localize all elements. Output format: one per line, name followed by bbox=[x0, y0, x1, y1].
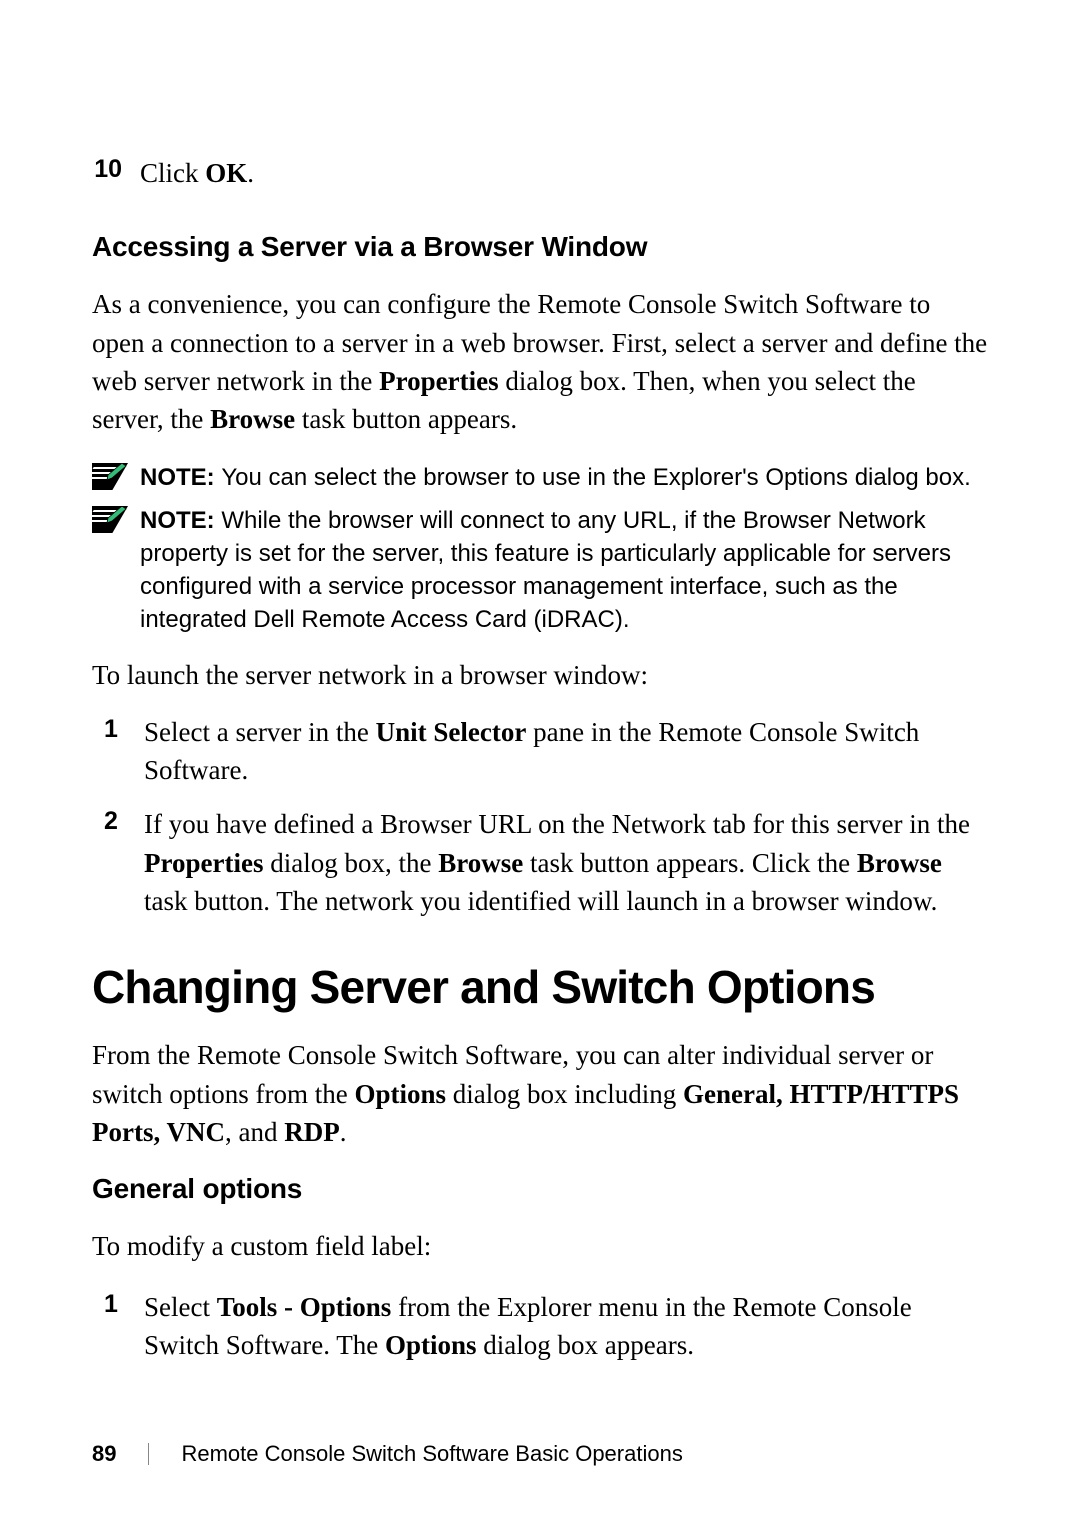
step-text: If you have defined a Browser URL on the… bbox=[144, 805, 988, 920]
bold: Browse bbox=[438, 848, 523, 878]
step-text: Select Tools - Options from the Explorer… bbox=[144, 1288, 988, 1365]
note-label: NOTE: bbox=[140, 507, 221, 534]
bold: Properties bbox=[379, 366, 498, 396]
step-number: 2 bbox=[92, 805, 144, 920]
bold: OK bbox=[205, 158, 247, 188]
text: task button appears. Click the bbox=[523, 848, 857, 878]
note-1: NOTE: You can select the browser to use … bbox=[92, 461, 988, 494]
note-label: NOTE: bbox=[140, 464, 221, 491]
bold: Properties bbox=[144, 848, 263, 878]
text: Select bbox=[144, 1292, 217, 1322]
paragraph: As a convenience, you can configure the … bbox=[92, 285, 988, 438]
bold: Options bbox=[385, 1330, 477, 1360]
text: While the browser will connect to any UR… bbox=[140, 507, 951, 633]
text: , and bbox=[225, 1117, 284, 1147]
note-text: NOTE: You can select the browser to use … bbox=[140, 461, 971, 494]
text: . bbox=[340, 1117, 347, 1147]
page-footer: 89 Remote Console Switch Software Basic … bbox=[92, 1441, 683, 1467]
footer-title: Remote Console Switch Software Basic Ope… bbox=[181, 1441, 682, 1467]
bold: Browse bbox=[857, 848, 942, 878]
step-number: 1 bbox=[92, 1288, 144, 1365]
step-text: Click OK. bbox=[140, 155, 254, 191]
bold: Tools - Options bbox=[217, 1292, 392, 1322]
footer-separator bbox=[148, 1443, 149, 1465]
step-number: 1 bbox=[92, 713, 144, 790]
bold: RDP bbox=[284, 1117, 340, 1147]
step-g1: 1 Select Tools - Options from the Explor… bbox=[92, 1288, 988, 1365]
text: task button appears. bbox=[295, 404, 517, 434]
heading-accessing: Accessing a Server via a Browser Window bbox=[92, 231, 988, 263]
note-icon bbox=[92, 463, 128, 490]
bold: Unit Selector bbox=[376, 717, 527, 747]
note-icon bbox=[92, 506, 128, 533]
paragraph: To launch the server network in a browse… bbox=[92, 656, 988, 694]
text: dialog box including bbox=[446, 1079, 683, 1109]
heading-general-options: General options bbox=[92, 1173, 988, 1205]
step-number: 10 bbox=[92, 155, 140, 191]
text: . bbox=[247, 158, 254, 188]
paragraph: To modify a custom field label: bbox=[92, 1227, 988, 1265]
note-2: NOTE: While the browser will connect to … bbox=[92, 504, 988, 636]
note-text: NOTE: While the browser will connect to … bbox=[140, 504, 988, 636]
step-1: 1 Select a server in the Unit Selector p… bbox=[92, 713, 988, 790]
text: dialog box, the bbox=[263, 848, 438, 878]
bold: Options bbox=[354, 1079, 446, 1109]
text: You can select the browser to use in the… bbox=[221, 464, 970, 491]
step-2: 2 If you have defined a Browser URL on t… bbox=[92, 805, 988, 920]
text: task button. The network you identified … bbox=[144, 886, 937, 916]
step-text: Select a server in the Unit Selector pan… bbox=[144, 713, 988, 790]
text: Click bbox=[140, 158, 205, 188]
text: If you have defined a Browser URL on the… bbox=[144, 809, 970, 839]
text: Select a server in the bbox=[144, 717, 376, 747]
step-10: 10 Click OK. bbox=[92, 155, 988, 191]
heading-changing: Changing Server and Switch Options bbox=[92, 960, 988, 1014]
paragraph: From the Remote Console Switch Software,… bbox=[92, 1036, 988, 1151]
bold: Browse bbox=[210, 404, 295, 434]
text: dialog box appears. bbox=[477, 1330, 694, 1360]
page-number: 89 bbox=[92, 1441, 116, 1467]
page: 10 Click OK. Accessing a Server via a Br… bbox=[0, 0, 1080, 1364]
